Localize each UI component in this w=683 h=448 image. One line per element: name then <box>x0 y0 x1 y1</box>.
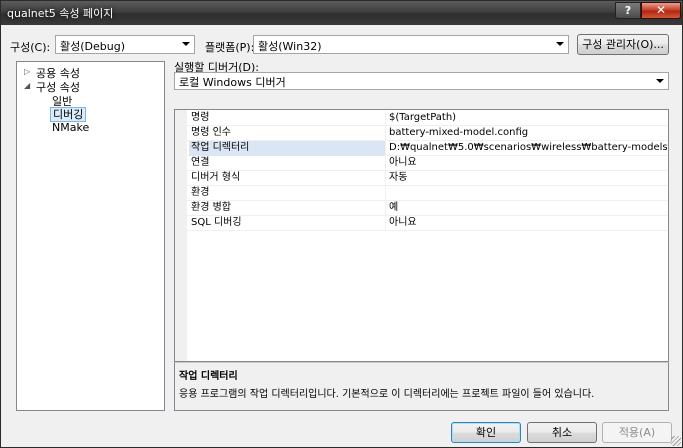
property-name: 환경 병합 <box>189 201 386 216</box>
window-title: qualnet5 속성 페이지 <box>7 7 114 20</box>
debugger-select-value: 로컬 Windows 디버거 <box>179 76 286 89</box>
description-title: 작업 디렉터리 <box>179 371 238 382</box>
description-panel: 작업 디렉터리 응용 프로그램의 작업 디렉터리입니다. 기본적으로 이 디렉터… <box>174 362 669 411</box>
grid-row[interactable]: 환경 병합 예 <box>187 201 668 216</box>
dialog-body: 구성(C): 활성(Debug) 플랫폼(P): 활성(Win32) 구성 관리… <box>7 25 676 443</box>
title-bar[interactable]: qualnet5 속성 페이지 ? ✕ <box>1 1 682 25</box>
config-select[interactable]: 활성(Debug) <box>55 35 195 54</box>
property-name: 명령 인수 <box>189 126 386 141</box>
grid-row[interactable]: 디버거 형식 자동 <box>187 171 668 186</box>
platform-select[interactable]: 활성(Win32) <box>253 35 569 54</box>
chevron-down-icon <box>556 42 564 46</box>
property-name: 명령 <box>189 111 386 126</box>
property-value[interactable]: D:₩qualnet₩5.0₩scenarios₩wireless₩batter… <box>389 141 668 156</box>
property-name: 디버거 형식 <box>189 171 386 186</box>
debugger-select[interactable]: 로컬 Windows 디버거 <box>174 72 669 90</box>
tree-item-nmake[interactable]: NMake <box>52 121 89 134</box>
collapse-arrow-icon[interactable]: ◢ <box>24 81 30 90</box>
property-value[interactable]: 아니요 <box>389 156 668 171</box>
grid-row[interactable]: 명령 인수 battery-mixed-model.config <box>187 126 668 141</box>
property-name: 연결 <box>189 156 386 171</box>
apply-button[interactable]: 적용(A) <box>602 422 672 443</box>
properties-dialog: qualnet5 속성 페이지 ? ✕ 구성(C): 활성(Debug) 플랫폼… <box>0 0 683 448</box>
ok-button[interactable]: 확인 <box>451 422 521 443</box>
grid-row[interactable]: 연결 아니요 <box>187 156 668 171</box>
property-name: 환경 <box>189 186 386 201</box>
chevron-down-icon <box>656 79 664 83</box>
property-name: SQL 디버깅 <box>189 216 386 231</box>
property-value[interactable]: 예 <box>389 201 668 216</box>
config-manager-button[interactable]: 구성 관리자(O)... <box>577 34 669 55</box>
cancel-button[interactable]: 취소 <box>527 422 597 443</box>
resize-grip-icon[interactable] <box>671 436 681 446</box>
property-value[interactable]: battery-mixed-model.config <box>389 126 668 141</box>
config-select-value: 활성(Debug) <box>60 40 125 53</box>
property-value[interactable]: $(TargetPath) <box>389 111 668 126</box>
help-button[interactable]: ? <box>615 2 641 19</box>
grid-row[interactable]: 환경 <box>187 186 668 201</box>
tree-item-debugging[interactable]: 디버깅 <box>50 106 87 122</box>
property-grid[interactable]: 명령 $(TargetPath) 명령 인수 battery-mixed-mod… <box>174 109 669 362</box>
property-value[interactable]: 자동 <box>389 171 668 186</box>
property-value[interactable]: 아니요 <box>389 216 668 231</box>
config-label: 구성(C): <box>10 41 51 54</box>
platform-label: 플랫폼(P): <box>205 41 255 54</box>
grid-row[interactable]: SQL 디버깅 아니요 <box>187 216 668 231</box>
property-name: 작업 디렉터리 <box>189 141 386 156</box>
property-value[interactable] <box>389 186 668 201</box>
grid-row-selected[interactable]: 작업 디렉터리 D:₩qualnet₩5.0₩scenarios₩wireles… <box>187 141 668 156</box>
property-tree[interactable]: ▷ 공용 속성 ◢ 구성 속성 일반 디버깅 NMake <box>16 61 165 411</box>
chevron-down-icon <box>182 42 190 46</box>
expand-arrow-icon[interactable]: ▷ <box>24 67 30 76</box>
close-button[interactable]: ✕ <box>641 2 681 19</box>
grid-row[interactable]: 명령 $(TargetPath) <box>187 111 668 126</box>
description-text: 응용 프로그램의 작업 디렉터리입니다. 기본적으로 이 디렉터리에는 프로젝트… <box>179 389 595 400</box>
platform-select-value: 활성(Win32) <box>258 40 322 53</box>
grid-gutter <box>175 110 187 361</box>
